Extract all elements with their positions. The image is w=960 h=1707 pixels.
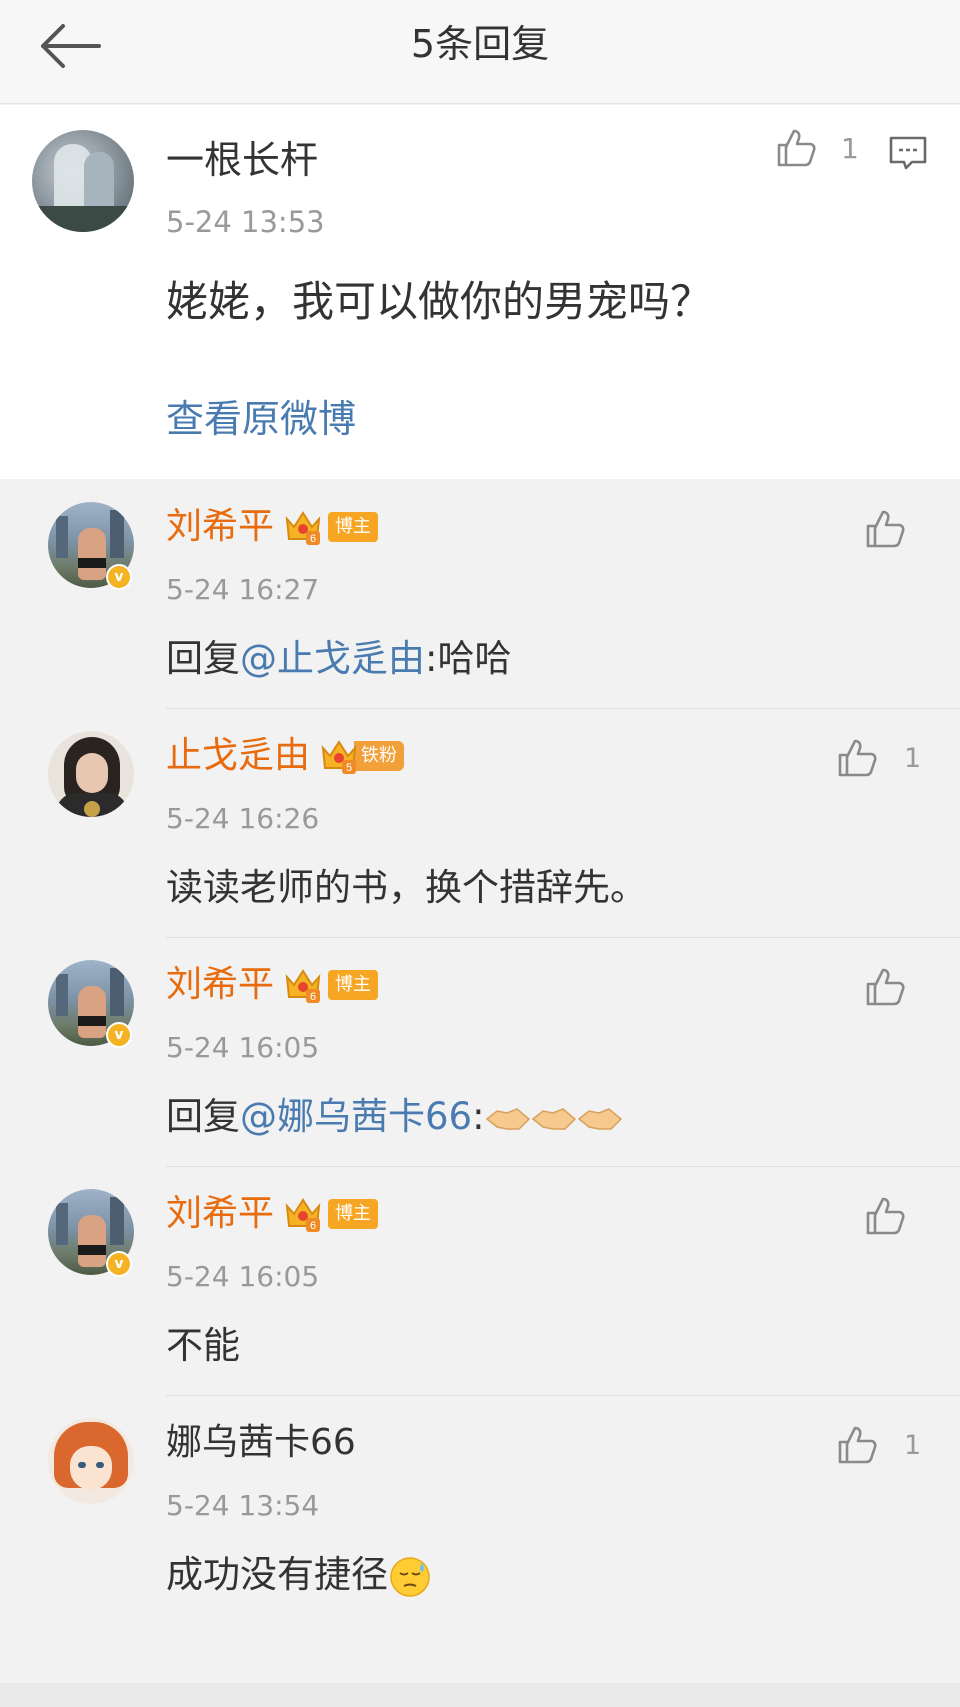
like-button[interactable]: 1 bbox=[775, 127, 859, 169]
status-badge: 博主 bbox=[328, 512, 379, 542]
verified-badge-icon: v bbox=[106, 1022, 132, 1048]
verified-badge-icon: v bbox=[106, 564, 132, 590]
reply-list: v 刘希平 6 博主 5-24 16:27 回复@止戈辵由:哈哈 止戈辵由 5 … bbox=[0, 480, 960, 1680]
svg-text:6: 6 bbox=[310, 533, 316, 545]
reply-text: 回复@娜乌茜卡66: bbox=[166, 1090, 623, 1144]
reply-text: 回复@止戈辵由:哈哈 bbox=[166, 637, 512, 680]
list-item: 止戈辵由 5 铁粉 5-24 16:26 读读老师的书，换个措辞先。 1 bbox=[0, 709, 960, 938]
list-item: 娜乌茜卡66 5-24 13:54 成功没有捷径 1 bbox=[0, 1396, 960, 1625]
reply-author[interactable]: 刘希平 bbox=[166, 1189, 274, 1239]
reply-time: 5-24 16:05 bbox=[166, 1260, 320, 1293]
top-bar: 5条回复 bbox=[0, 0, 960, 104]
list-item: v 刘希平 6 博主 5-24 16:27 回复@止戈辵由:哈哈 bbox=[0, 480, 960, 709]
thumbs-up-icon bbox=[838, 739, 877, 777]
reply-time: 5-24 16:05 bbox=[166, 1031, 320, 1064]
reply-text: 读读老师的书，换个措辞先。 bbox=[166, 866, 647, 909]
reply-time: 5-24 13:54 bbox=[166, 1489, 320, 1522]
bottom-bar bbox=[0, 1683, 960, 1707]
list-item: v 刘希平 6 博主 5-24 16:05 不能 bbox=[0, 1167, 960, 1396]
like-count: 1 bbox=[841, 131, 859, 165]
reply-author[interactable]: 刘希平 bbox=[166, 502, 274, 552]
crown-level-icon: 6 bbox=[285, 511, 321, 545]
avatar[interactable] bbox=[48, 731, 134, 817]
page-title: 5条回复 bbox=[410, 22, 550, 66]
status-badge: 博主 bbox=[328, 1199, 379, 1229]
main-comment: 一根长杆 5-24 13:53 姥姥，我可以做你的男宠吗？ 查看原微博 1 bbox=[0, 105, 960, 479]
crown-level-icon: 5 bbox=[321, 740, 357, 774]
like-count: 1 bbox=[904, 1429, 922, 1461]
verified-badge-icon: v bbox=[106, 1251, 132, 1277]
reply-author[interactable]: 止戈辵由 bbox=[166, 731, 310, 781]
like-button[interactable] bbox=[864, 508, 906, 550]
reply-author[interactable]: 刘希平 bbox=[166, 960, 274, 1010]
like-count: 1 bbox=[904, 742, 922, 774]
comment-time: 5-24 13:53 bbox=[166, 205, 325, 239]
svg-text:6: 6 bbox=[310, 991, 316, 1003]
handshake-icon bbox=[485, 1107, 622, 1130]
reply-time: 5-24 16:26 bbox=[166, 802, 320, 835]
like-button[interactable]: 1 bbox=[836, 1424, 921, 1466]
crown-level-icon: 6 bbox=[285, 1198, 321, 1232]
like-button[interactable]: 1 bbox=[836, 737, 921, 779]
thumbs-up-icon bbox=[866, 1197, 905, 1235]
thumbs-up-icon bbox=[866, 968, 905, 1006]
reply-text: 成功没有捷径 bbox=[166, 1548, 432, 1602]
reply-author[interactable]: 娜乌茜卡66 bbox=[166, 1418, 356, 1468]
thumbs-up-icon bbox=[866, 510, 905, 548]
reply-time: 5-24 16:27 bbox=[166, 573, 320, 606]
sweat-emoji-icon bbox=[390, 1556, 430, 1597]
reply-button[interactable] bbox=[888, 133, 930, 175]
reply-text: 不能 bbox=[166, 1324, 240, 1367]
thumbs-up-icon bbox=[838, 1426, 877, 1464]
avatar[interactable] bbox=[48, 1418, 134, 1504]
thumbs-up-icon bbox=[777, 129, 816, 167]
crown-level-icon: 6 bbox=[285, 969, 321, 1003]
svg-text:5: 5 bbox=[346, 762, 352, 774]
comment-author[interactable]: 一根长杆 bbox=[166, 135, 318, 185]
avatar[interactable] bbox=[32, 130, 134, 232]
status-badge: 博主 bbox=[328, 970, 379, 1000]
comment-text: 姥姥，我可以做你的男宠吗？ bbox=[166, 277, 713, 326]
mention-link[interactable]: @娜乌茜卡66 bbox=[240, 1095, 472, 1138]
like-button[interactable] bbox=[864, 1195, 906, 1237]
view-original-link[interactable]: 查看原微博 bbox=[166, 393, 356, 445]
status-badge: 铁粉 bbox=[354, 741, 405, 771]
svg-text:6: 6 bbox=[310, 1220, 316, 1232]
list-item: v 刘希平 6 博主 5-24 16:05 回复@娜乌茜卡66: bbox=[0, 938, 960, 1167]
mention-link[interactable]: @止戈辵由 bbox=[240, 637, 425, 680]
like-button[interactable] bbox=[864, 966, 906, 1008]
comment-icon bbox=[889, 136, 927, 170]
